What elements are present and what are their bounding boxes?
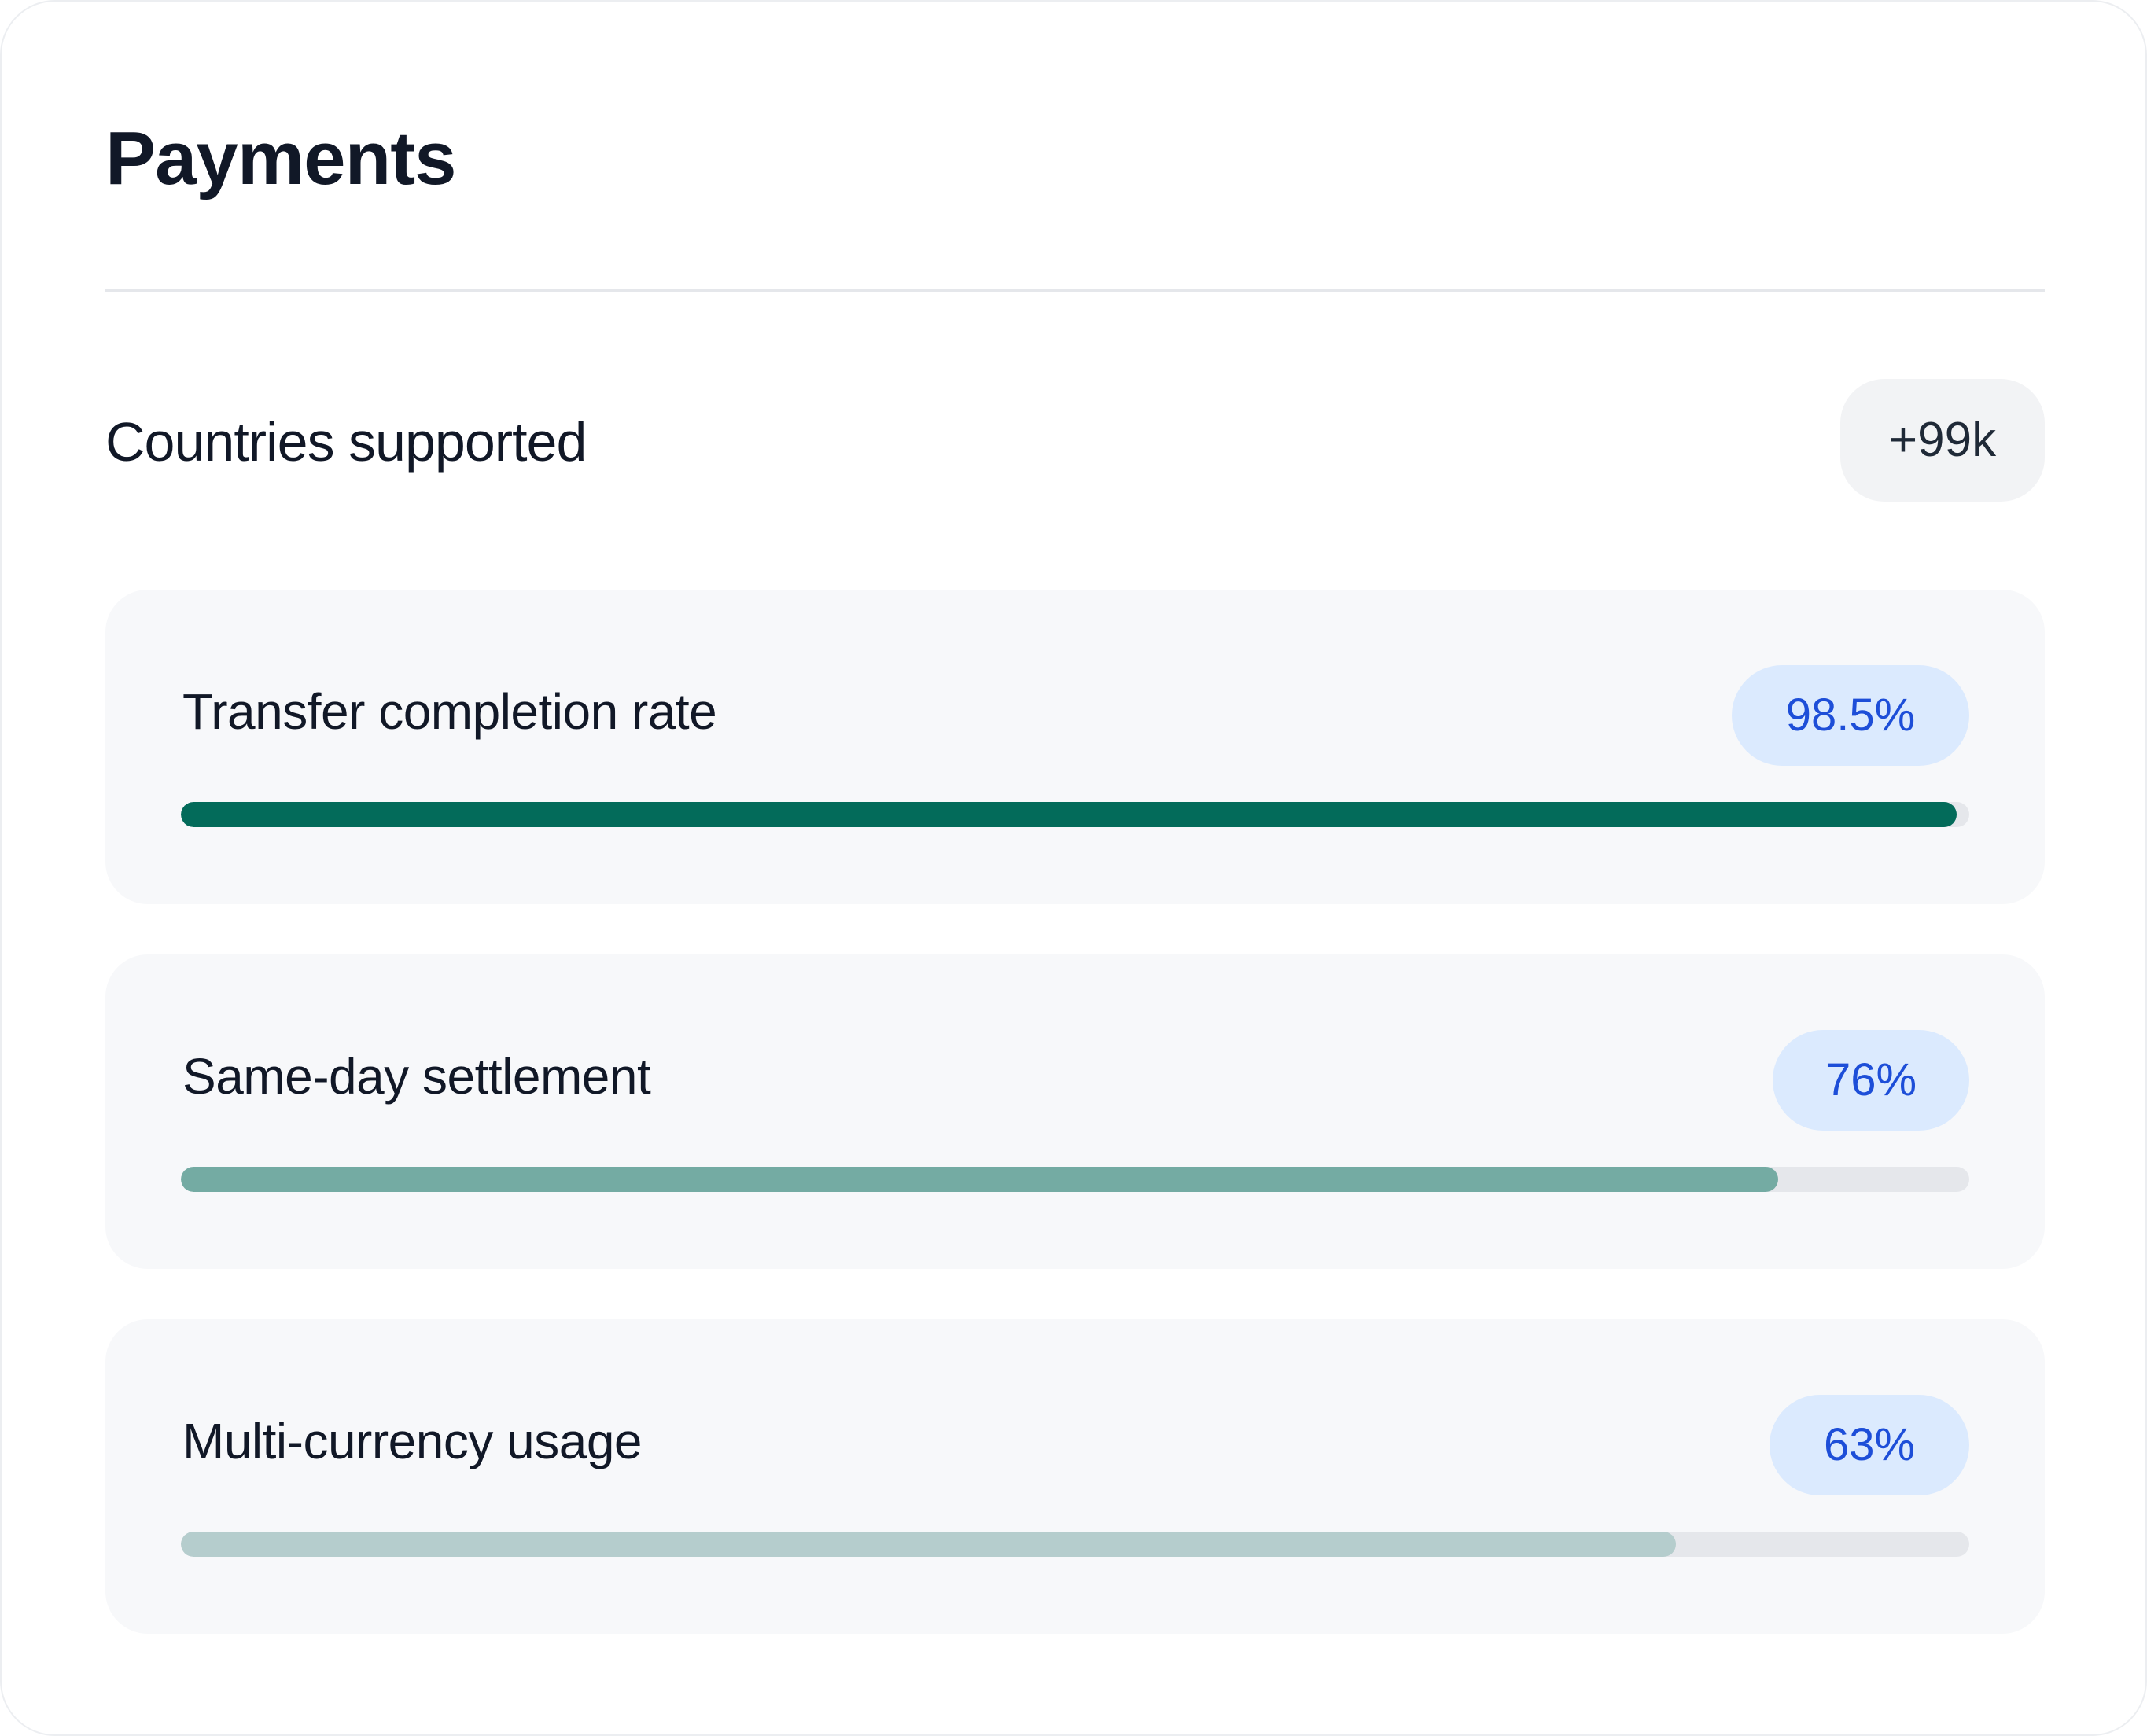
countries-label: Countries supported [105, 411, 587, 473]
metric-value-badge: 76% [1773, 1030, 1969, 1131]
metric-label: Transfer completion rate [182, 683, 717, 740]
metric-card-same-day-settlement: Same-day settlement 76% [105, 954, 2045, 1269]
metric-card-transfer-completion: Transfer completion rate 98.5% [105, 590, 2045, 904]
progress-fill [181, 802, 1957, 827]
metric-card-multi-currency-usage: Multi-currency usage 63% [105, 1319, 2045, 1634]
progress-track [181, 802, 1969, 827]
metric-label: Multi-currency usage [182, 1413, 643, 1469]
metric-value-badge: 98.5% [1732, 665, 1969, 766]
payments-card: Payments Countries supported +99k Transf… [0, 0, 2147, 1736]
metric-label: Same-day settlement [182, 1048, 651, 1105]
progress-track [181, 1167, 1969, 1192]
countries-row: Countries supported +99k [105, 379, 2045, 505]
page-title: Payments [105, 116, 457, 200]
progress-fill [181, 1167, 1778, 1192]
progress-fill [181, 1532, 1677, 1557]
divider [105, 289, 2045, 292]
progress-track [181, 1532, 1969, 1557]
countries-badge: +99k [1840, 379, 2045, 502]
metric-value-badge: 63% [1770, 1395, 1969, 1495]
